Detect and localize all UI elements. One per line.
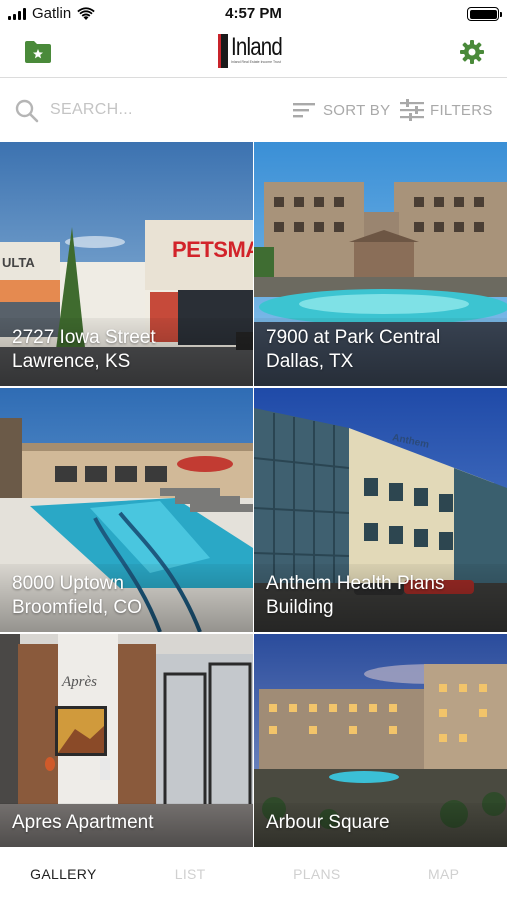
property-tile[interactable]: PETSMA ULTA 2727 Iowa Street Lawrence, K… xyxy=(0,142,253,386)
tab-gallery[interactable]: GALLERY xyxy=(0,847,127,900)
property-location: Dallas, TX xyxy=(266,351,354,372)
sort-by-label: SORT BY xyxy=(323,101,391,119)
tab-list[interactable]: LIST xyxy=(127,847,254,900)
property-tile[interactable]: Anthem Anthem Health Plans Building xyxy=(254,388,507,632)
bottom-tab-bar: GALLERY LIST PLANS MAP xyxy=(0,847,507,900)
property-tile[interactable]: Arbour Square xyxy=(254,634,507,847)
property-caption: Apres Apartment xyxy=(0,803,253,847)
nav-bar: Inland Inland Real Estate Income Trust xyxy=(0,28,507,78)
status-time: 4:57 PM xyxy=(225,5,282,22)
property-tile[interactable]: 8000 Uptown Broomfield, CO xyxy=(0,388,253,632)
search-input[interactable] xyxy=(50,99,250,121)
property-title-fragment: Après xyxy=(62,674,97,690)
battery-icon xyxy=(467,7,502,21)
search-icon xyxy=(15,99,39,123)
gear-icon[interactable] xyxy=(459,39,485,65)
tab-plans[interactable]: PLANS xyxy=(254,847,381,900)
logo-mark xyxy=(218,34,228,68)
filters-icon xyxy=(400,99,424,121)
tab-map[interactable]: MAP xyxy=(380,847,507,900)
folder-star-icon[interactable] xyxy=(24,40,52,64)
property-name: Arbour Square xyxy=(266,812,390,833)
property-title-fragment: PETSMA xyxy=(172,237,253,262)
property-caption: Anthem Health Plans Building xyxy=(254,564,507,632)
filters-button[interactable]: FILTERS xyxy=(400,98,493,122)
property-title-fragment: ULTA xyxy=(2,255,35,270)
property-tile[interactable]: 7900 at Park Central Dallas, TX xyxy=(254,142,507,386)
property-name: Apres Apartment xyxy=(12,812,154,833)
property-name: 2727 Iowa Street xyxy=(12,327,156,348)
filters-label: FILTERS xyxy=(430,101,493,119)
sort-icon xyxy=(293,103,315,118)
property-name: Anthem Health Plans Building xyxy=(266,573,445,618)
inland-logo: Inland Inland Real Estate Income Trust xyxy=(218,34,293,70)
property-caption: 8000 Uptown Broomfield, CO xyxy=(0,564,253,632)
status-bar: Gatlin 4:57 PM xyxy=(0,0,507,28)
logo-word: Inland xyxy=(231,33,283,61)
property-name: 7900 at Park Central xyxy=(266,327,441,348)
search-bar: SORT BY FILTERS xyxy=(0,79,507,141)
property-caption: 2727 Iowa Street Lawrence, KS xyxy=(0,318,253,386)
property-caption: Arbour Square xyxy=(254,803,507,847)
sort-by-button[interactable]: SORT BY xyxy=(293,98,390,122)
property-location: Broomfield, CO xyxy=(12,597,142,618)
property-location: Lawrence, KS xyxy=(12,351,131,372)
property-caption: 7900 at Park Central Dallas, TX xyxy=(254,318,507,386)
property-gallery-grid: PETSMA ULTA 2727 Iowa Street Lawrence, K… xyxy=(0,142,507,847)
property-name: 8000 Uptown xyxy=(12,573,124,594)
property-tile[interactable]: Après Apres Apartment xyxy=(0,634,253,847)
